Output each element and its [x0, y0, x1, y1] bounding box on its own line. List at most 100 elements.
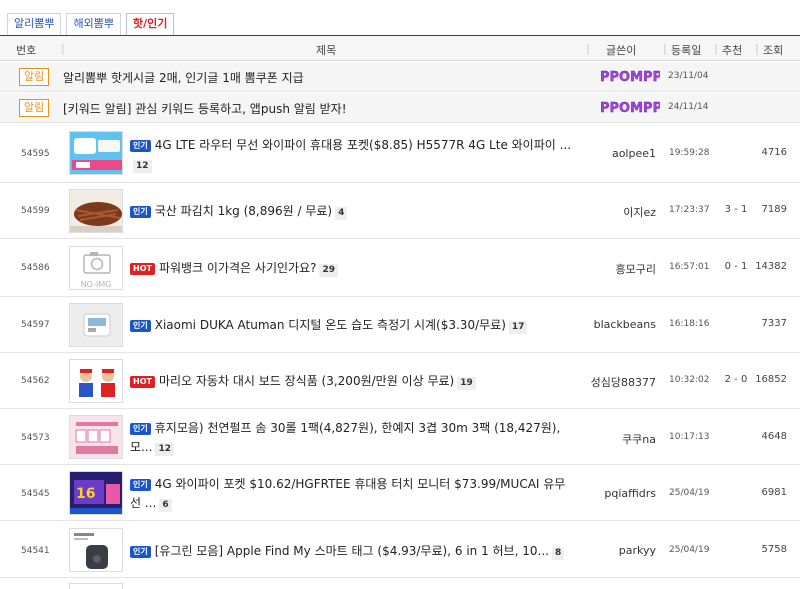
post-author[interactable]: pqiaffidrs: [604, 487, 656, 500]
table-row[interactable]: 54586 NO-IMG HOT 파워뱅크 이가격은 사기인가요? 29 흥모구리 …: [0, 240, 800, 297]
table-row[interactable]: 54599 인기 국산 파김치 1kg (8,896원 / 무료) 4 이지ez 1…: [0, 184, 800, 239]
comment-count[interactable]: 6: [159, 499, 172, 512]
table-row[interactable]: 54562 HOT 마리오 자동차 대시 보드 장식품 (3,200원/만원 이상…: [0, 354, 800, 409]
post-author[interactable]: aolpee1: [612, 147, 656, 160]
post-views: 5758: [761, 544, 787, 555]
post-time: 25/04/19: [669, 545, 710, 555]
post-number: 54597: [21, 320, 50, 330]
post-views: 4648: [761, 431, 787, 442]
notice-badge: 알림: [19, 68, 50, 86]
post-thumbnail[interactable]: 16: [69, 471, 123, 515]
post-title-block[interactable]: 인기 Xiaomi DUKA Atuman 디지털 온도 습도 측정기 시계($3…: [130, 316, 575, 335]
post-recommend: 2 - 0: [724, 374, 748, 385]
no-image-label: NO-IMG: [80, 280, 112, 289]
col-title: 제목: [316, 44, 337, 57]
post-title-block[interactable]: HOT 마리오 자동차 대시 보드 장식품 (3,200원/만원 이상 무료) 19: [130, 372, 575, 391]
post-views: 6981: [761, 487, 787, 498]
popular-badge: 인기: [130, 546, 151, 558]
popular-badge: 인기: [130, 423, 151, 435]
post-number: 54595: [21, 149, 50, 159]
hot-badge: HOT: [130, 376, 155, 388]
post-thumbnail: [69, 583, 123, 589]
col-num: 번호: [16, 44, 37, 57]
post-title[interactable]: 4G LTE 라우터 무선 와이파이 휴대용 포켓($8.85) H5577R …: [155, 138, 571, 152]
monitor-product-image-icon: 16: [70, 472, 122, 514]
board-tabs: 알리뽐뿌 해외뽐뿌 핫/인기: [7, 13, 179, 35]
table-row[interactable]: 54595 인기 4G LTE 라우터 무선 와이파이 휴대용 포켓($8.85)…: [0, 124, 800, 183]
comment-count[interactable]: 19: [457, 377, 476, 390]
post-title[interactable]: 마리오 자동차 대시 보드 장식품 (3,200원/만원 이상 무료): [159, 374, 454, 388]
post-thumbnail[interactable]: [69, 131, 123, 175]
tab-ali[interactable]: 알리뽐뿌: [7, 13, 62, 35]
post-author[interactable]: blackbeans: [594, 318, 656, 331]
post-views: 16852: [755, 374, 787, 385]
notice-date: 23/11/04: [668, 71, 709, 81]
post-thumbnail[interactable]: [69, 528, 123, 572]
smart-tag-product-image-icon: [70, 529, 122, 571]
notice-row[interactable]: 알림 [키워드 알림] 관심 키워드 등록하고, 앱push 알림 받자! PP…: [0, 93, 800, 123]
tab-hot-popular[interactable]: 핫/인기: [125, 13, 175, 35]
post-author[interactable]: 이지ez: [623, 204, 656, 220]
post-author[interactable]: parkyy: [619, 544, 656, 557]
post-author[interactable]: 성심당88377: [591, 374, 656, 390]
comment-count[interactable]: 4: [335, 207, 348, 220]
post-thumbnail[interactable]: [69, 359, 123, 403]
popular-badge: 인기: [130, 140, 151, 152]
post-title-block[interactable]: HOT 파워뱅크 이가격은 사기인가요? 29: [130, 259, 575, 278]
post-title[interactable]: 국산 파김치 1kg (8,896원 / 무료): [155, 204, 332, 218]
post-views: 7337: [761, 318, 787, 329]
notice-row[interactable]: 알림 알리뽐뿌 핫게시글 2매, 인기글 1매 뽐쿠폰 지급 PPOMPPU 2…: [0, 62, 800, 92]
notice-title[interactable]: 알리뽐뿌 핫게시글 2매, 인기글 1매 뽐쿠폰 지급: [63, 69, 304, 86]
col-date: 등록일: [671, 44, 702, 57]
router-product-image-icon: [70, 132, 122, 174]
post-views: 14382: [755, 261, 787, 272]
post-title[interactable]: 4G 와이파이 포켓 $10.62/HGFRTEE 휴대용 터치 모니터 $73…: [130, 477, 565, 510]
post-number: 54573: [21, 433, 50, 443]
post-title[interactable]: [유그린 모음] Apple Find My 스마트 태그 ($4.93/무료)…: [155, 544, 549, 558]
svg-text:16: 16: [76, 486, 95, 502]
post-number: 54541: [21, 546, 50, 556]
post-title-block[interactable]: 인기 [유그린 모음] Apple Find My 스마트 태그 ($4.93/무…: [130, 542, 575, 561]
table-row[interactable]: 54541 인기 [유그린 모음] Apple Find My 스마트 태그 ($…: [0, 522, 800, 578]
post-time: 16:18:16: [669, 319, 710, 329]
notice-title[interactable]: [키워드 알림] 관심 키워드 등록하고, 앱push 알림 받자!: [63, 100, 347, 117]
post-title-block[interactable]: 인기 휴지모음) 천연펄프 솜 30롤 1팩(4,827원), 한예지 3겹 30…: [130, 419, 575, 457]
svg-text:PPOMPPU: PPOMPPU: [600, 101, 660, 115]
comment-count[interactable]: 17: [508, 321, 528, 334]
post-number: 54586: [21, 263, 50, 273]
col-rec: 추천: [722, 44, 743, 57]
col-separator: |: [714, 42, 718, 55]
post-title-block[interactable]: 인기 4G 와이파이 포켓 $10.62/HGFRTEE 휴대용 터치 모니터 $…: [130, 475, 575, 513]
comment-count[interactable]: 8: [551, 547, 565, 560]
col-separator: |: [61, 42, 65, 55]
table-row[interactable]: 54597 인기 Xiaomi DUKA Atuman 디지털 온도 습도 측정기…: [0, 298, 800, 353]
post-time: 25/04/19: [669, 488, 710, 498]
post-time: 10:32:02: [669, 375, 710, 385]
post-number: 54562: [21, 376, 50, 386]
post-title-block[interactable]: 인기 국산 파김치 1kg (8,896원 / 무료) 4: [130, 202, 575, 221]
comment-count[interactable]: 29: [319, 264, 339, 277]
post-title[interactable]: 파워뱅크 이가격은 사기인가요?: [159, 261, 317, 275]
post-thumbnail[interactable]: NO-IMG: [69, 246, 123, 290]
col-author: 글쓴이: [606, 44, 637, 57]
col-separator: |: [755, 42, 759, 55]
hot-badge: HOT: [130, 263, 155, 275]
table-row[interactable]: 54545 16 인기 4G 와이파이 포켓 $10.62/HGFRTEE 휴대용…: [0, 466, 800, 521]
comment-count[interactable]: 12: [133, 160, 152, 173]
post-title[interactable]: 휴지모음) 천연펄프 솜 30롤 1팩(4,827원), 한예지 3겹 30m …: [130, 421, 560, 454]
post-title[interactable]: Xiaomi DUKA Atuman 디지털 온도 습도 측정기 시계($3.3…: [155, 318, 506, 332]
post-time: 19:59:28: [669, 148, 710, 158]
post-thumbnail[interactable]: [69, 189, 123, 233]
table-row[interactable]: 54573 인기 휴지모음) 천연펄프 솜 30롤 1팩(4,827원), 한예지…: [0, 410, 800, 465]
tab-overseas[interactable]: 해외뽐뿌: [66, 13, 121, 35]
post-thumbnail[interactable]: [69, 303, 123, 347]
post-thumbnail[interactable]: [69, 415, 123, 459]
post-number: 54599: [21, 206, 50, 216]
post-time: 17:23:37: [669, 205, 710, 215]
comment-count[interactable]: 12: [155, 443, 175, 456]
post-author[interactable]: 흥모구리: [616, 261, 656, 277]
popular-badge: 인기: [130, 479, 151, 491]
post-number: 54545: [21, 489, 50, 499]
post-title-block[interactable]: 인기 4G LTE 라우터 무선 와이파이 휴대용 포켓($8.85) H5577…: [130, 136, 575, 174]
post-author[interactable]: 쿠쿠na: [622, 431, 656, 447]
